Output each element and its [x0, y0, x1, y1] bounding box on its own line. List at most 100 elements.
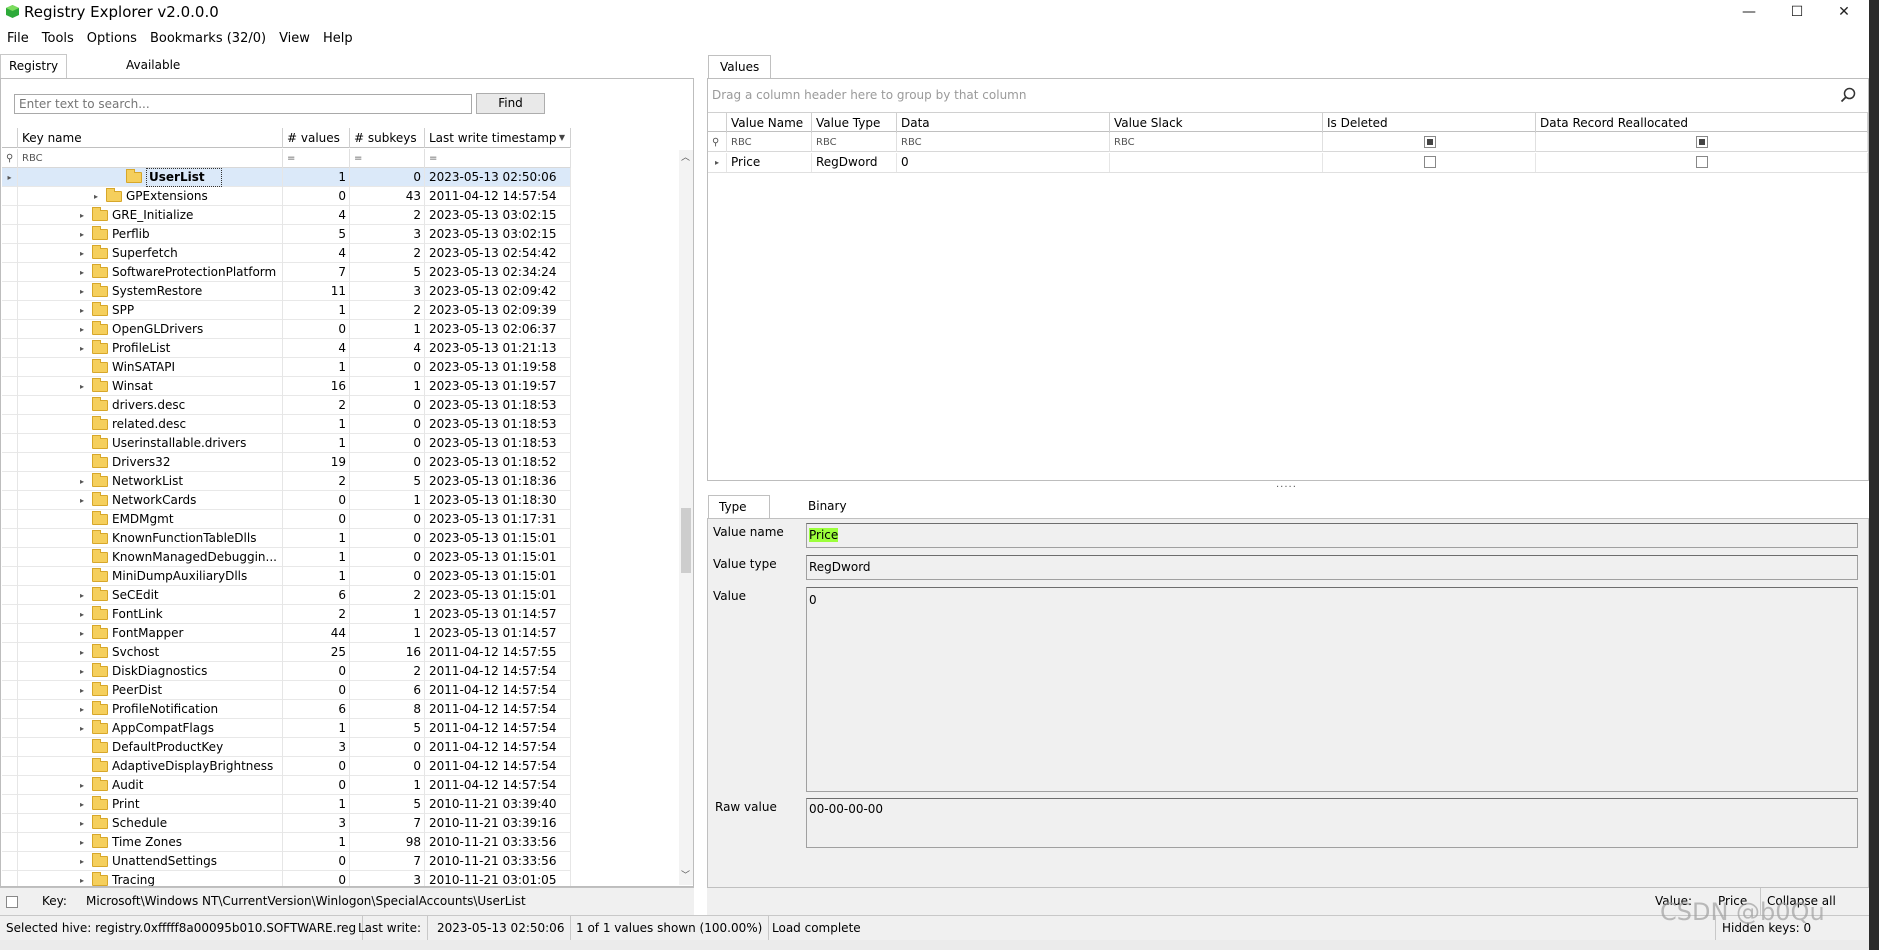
expand-icon[interactable]: ▸ — [80, 605, 90, 624]
minimize-button[interactable]: — — [1727, 0, 1771, 25]
filter-key-name[interactable]: RBC — [18, 149, 283, 168]
tree-row[interactable]: ▸ DiskDiagnostics 0 2 2011-04-12 14:57:54 — [2, 662, 571, 681]
tree-row[interactable]: ▸ Svchost 25 16 2011-04-12 14:57:55 — [2, 643, 571, 662]
menu-tools[interactable]: Tools — [35, 29, 80, 49]
filter-value-type[interactable]: RBC — [812, 133, 897, 152]
column-key-name[interactable]: Key name — [18, 128, 283, 148]
row-expander-icon[interactable]: ▸ — [708, 153, 727, 172]
tree-row[interactable]: ▸ GRE_Initialize 4 2 2023-05-13 03:02:15 — [2, 206, 571, 225]
tree-row[interactable]: ▸ UserList 1 0 2023-05-13 02:50:06 — [2, 168, 571, 187]
tree-row[interactable]: AdaptiveDisplayBrightness 0 0 2011-04-12 14… — [2, 757, 571, 776]
key-path-checkbox[interactable] — [6, 896, 18, 908]
expand-icon[interactable]: ▸ — [80, 586, 90, 605]
reallocated-checkbox[interactable] — [1696, 156, 1708, 168]
tree-row[interactable]: ▸ SoftwareProtectionPlatform 7 5 2023-05-13 … — [2, 263, 571, 282]
expand-icon[interactable]: ▸ — [80, 662, 90, 681]
tree-row[interactable]: WinSATAPI 1 0 2023-05-13 01:19:58 — [2, 358, 571, 377]
expand-icon[interactable]: ▸ — [80, 719, 90, 738]
tab-binary-viewer[interactable]: Binary viewer — [798, 495, 858, 535]
column-timestamp[interactable]: Last write timestamp ▼ — [425, 128, 571, 148]
value-type-field[interactable]: RegDword — [806, 555, 1858, 580]
tree-row[interactable]: ▸ SeCEdit 6 2 2023-05-13 01:15:01 — [2, 586, 571, 605]
expand-icon[interactable]: ▸ — [80, 491, 90, 510]
expand-icon[interactable]: ▸ — [80, 871, 90, 886]
value-name-field[interactable]: Price — [806, 523, 1858, 548]
expand-icon[interactable]: ▸ — [80, 339, 90, 358]
filter-data-record-reallocated[interactable] — [1536, 133, 1868, 152]
filter-is-deleted-checkbox[interactable] — [1424, 136, 1436, 148]
expand-icon[interactable]: ▸ — [80, 852, 90, 871]
expand-icon[interactable]: ▸ — [80, 624, 90, 643]
filter-subkeys[interactable]: = — [350, 149, 425, 168]
filter-value-name[interactable]: RBC — [727, 133, 812, 152]
tree-row[interactable]: ▸ FontLink 2 1 2023-05-13 01:14:57 — [2, 605, 571, 624]
tree-row[interactable]: ▸ Schedule 3 7 2010-11-21 03:39:16 — [2, 814, 571, 833]
expand-icon[interactable]: ▸ — [80, 833, 90, 852]
tree-row[interactable]: ▸ Time Zones 1 98 2010-11-21 03:33:56 — [2, 833, 571, 852]
scroll-down-icon[interactable]: ﹀ — [681, 868, 690, 881]
tree-row[interactable]: DefaultProductKey 3 0 2011-04-12 14:57:54 — [2, 738, 571, 757]
tree-row[interactable]: ▸ Audit 0 1 2011-04-12 14:57:54 — [2, 776, 571, 795]
tree-row[interactable]: ▸ AppCompatFlags 1 5 2011-04-12 14:57:54 — [2, 719, 571, 738]
tree-row[interactable]: related.desc 1 0 2023-05-13 01:18:53 — [2, 415, 571, 434]
column-is-deleted[interactable]: Is Deleted — [1323, 113, 1536, 133]
expand-icon[interactable]: ▸ — [80, 814, 90, 833]
expand-icon[interactable]: ▸ — [80, 206, 90, 225]
is-deleted-checkbox[interactable] — [1424, 156, 1436, 168]
tree-row[interactable]: ▸ SPP 1 2 2023-05-13 02:09:39 — [2, 301, 571, 320]
tree-row[interactable]: ▸ PeerDist 0 6 2011-04-12 14:57:54 — [2, 681, 571, 700]
column-value-type[interactable]: Value Type — [812, 113, 897, 133]
menu-file[interactable]: File — [0, 29, 35, 49]
menu-view[interactable]: View — [272, 29, 316, 49]
tree-row[interactable]: ▸ SystemRestore 11 3 2023-05-13 02:09:42 — [2, 282, 571, 301]
column-value-name[interactable]: Value Name — [727, 113, 812, 133]
tree-row[interactable]: ▸ FontMapper 44 1 2023-05-13 01:14:57 — [2, 624, 571, 643]
tree-row[interactable]: Userinstallable.drivers 1 0 2023-05-13 01:1… — [2, 434, 571, 453]
tree-row[interactable]: ▸ Superfetch 4 2 2023-05-13 02:54:42 — [2, 244, 571, 263]
value-field[interactable]: 0 — [806, 587, 1858, 792]
tree-row[interactable]: ▸ ProfileList 4 4 2023-05-13 01:21:13 — [2, 339, 571, 358]
scroll-up-icon[interactable]: ︿ — [681, 150, 690, 163]
expand-icon[interactable]: ▸ — [80, 225, 90, 244]
expand-icon[interactable]: ▸ — [80, 795, 90, 814]
filter-data[interactable]: RBC — [897, 133, 1110, 152]
tree-row[interactable]: ▸ GPExtensions 0 43 2011-04-12 14:57:54 — [2, 187, 571, 206]
menu-bookmarks[interactable]: Bookmarks (32/0) — [143, 29, 272, 49]
tree-row[interactable]: ▸ OpenGLDrivers 0 1 2023-05-13 02:06:37 — [2, 320, 571, 339]
expand-icon[interactable]: ▸ — [80, 301, 90, 320]
tree-scrollbar-thumb[interactable] — [681, 508, 691, 573]
tab-type-viewer[interactable]: Type viewer — [708, 495, 770, 536]
expand-icon[interactable]: ▸ — [80, 700, 90, 719]
tree-row[interactable]: ▸ NetworkList 2 5 2023-05-13 01:18:36 — [2, 472, 571, 491]
tree-row[interactable]: ▸ Winsat 16 1 2023-05-13 01:19:57 — [2, 377, 571, 396]
tree-row[interactable]: Drivers32 19 0 2023-05-13 01:18:52 — [2, 453, 571, 472]
filter-values[interactable]: = — [283, 149, 350, 168]
tree-row[interactable]: EMDMgmt 0 0 2023-05-13 01:17:31 — [2, 510, 571, 529]
raw-value-field[interactable]: 00-00-00-00 — [806, 798, 1858, 848]
tree-row[interactable]: ▸ UnattendSettings 0 7 2010-11-21 03:33:56 — [2, 852, 571, 871]
maximize-button[interactable]: ☐ — [1775, 0, 1819, 25]
tree-row[interactable]: KnownFunctionTableDlls 1 0 2023-05-13 01:15… — [2, 529, 571, 548]
close-button[interactable]: ✕ — [1822, 0, 1866, 25]
tree-row[interactable]: ▸ ProfileNotification 6 8 2011-04-12 14:57:5… — [2, 700, 571, 719]
find-button[interactable]: Find — [476, 93, 545, 114]
tab-available-bookmarks[interactable]: Available bookmarks (32/0) — [118, 54, 200, 116]
tree-row[interactable]: ▸ Tracing 0 3 2010-11-21 03:01:05 — [2, 871, 571, 886]
column-data[interactable]: Data — [897, 113, 1110, 133]
column-values[interactable]: # values — [283, 128, 350, 148]
column-subkeys[interactable]: # subkeys — [350, 128, 425, 148]
expand-icon[interactable]: ▸ — [80, 377, 90, 396]
expand-icon[interactable]: ▸ — [80, 643, 90, 662]
expand-icon[interactable]: ▸ — [80, 282, 90, 301]
tree-row[interactable]: MiniDumpAuxiliaryDlls 1 0 2023-05-13 01:15:… — [2, 567, 571, 586]
column-data-record-reallocated[interactable]: Data Record Reallocated — [1536, 113, 1868, 133]
expand-icon[interactable]: ▸ — [80, 776, 90, 795]
tree-row[interactable]: ▸ Print 1 5 2010-11-21 03:39:40 — [2, 795, 571, 814]
panel-splitter[interactable]: ····· — [1276, 482, 1297, 493]
tree-row[interactable]: ▸ NetworkCards 0 1 2023-05-13 01:18:30 — [2, 491, 571, 510]
tree-row[interactable]: ▸ Perflib 5 3 2023-05-13 03:02:15 — [2, 225, 571, 244]
expand-icon[interactable]: ▸ — [80, 472, 90, 491]
column-value-slack[interactable]: Value Slack — [1110, 113, 1323, 133]
menu-help[interactable]: Help — [316, 29, 359, 49]
tab-registry-hives[interactable]: Registry hives (1) — [0, 54, 68, 117]
